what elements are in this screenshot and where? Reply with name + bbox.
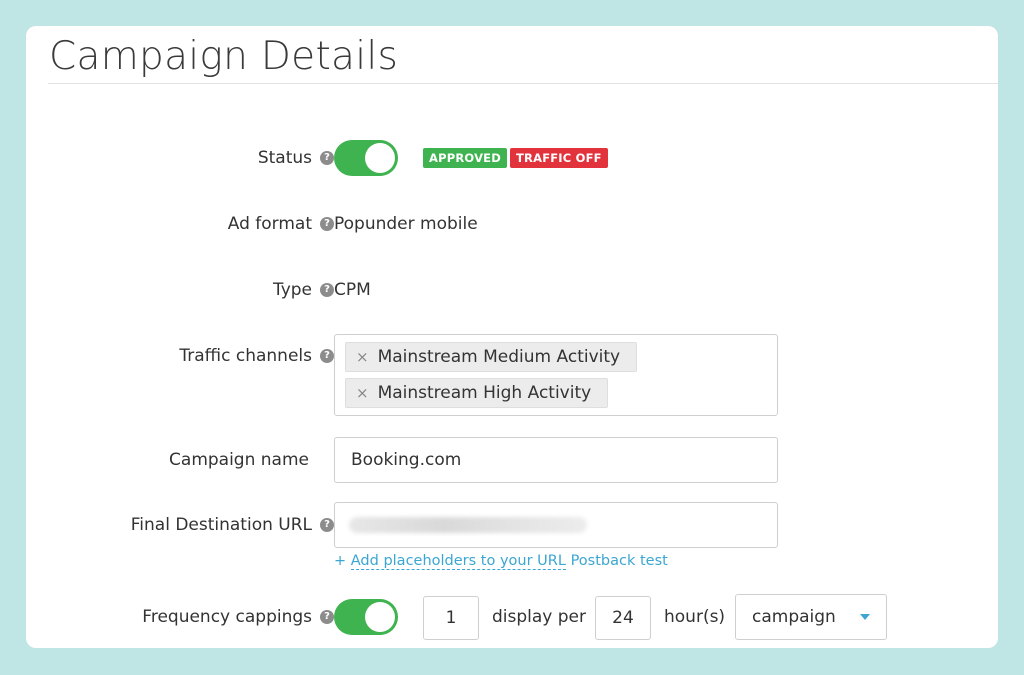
remove-chip-icon[interactable]: × <box>352 384 369 402</box>
frequency-scope-value: campaign <box>752 607 836 627</box>
postback-test-link[interactable]: Postback test <box>571 553 668 569</box>
title-divider <box>48 83 998 84</box>
ad-format-value: Popunder mobile <box>334 214 478 234</box>
campaign-details-card: Campaign Details Status ? APPROVED TRAFF… <box>26 26 998 648</box>
frequency-help-icon[interactable]: ? <box>320 610 334 624</box>
caret-down-icon <box>860 614 870 620</box>
campaign-name-input[interactable]: Booking.com <box>334 437 778 483</box>
type-help-icon[interactable]: ? <box>320 283 334 297</box>
ad-format-label: Ad format ? <box>228 214 334 234</box>
status-label: Status ? <box>258 148 334 168</box>
approved-badge: APPROVED <box>423 148 507 168</box>
traffic-channels-help-icon[interactable]: ? <box>320 349 334 363</box>
url-helper-links: + Add placeholders to your URL Postback … <box>334 553 668 570</box>
frequency-toggle[interactable] <box>334 599 398 635</box>
type-label: Type ? <box>273 280 334 300</box>
channel-chip-label: Mainstream High Activity <box>377 383 592 403</box>
page-title: Campaign Details <box>49 34 399 79</box>
channel-chip: × Mainstream Medium Activity <box>345 342 638 372</box>
status-toggle[interactable] <box>334 140 398 176</box>
final-url-label: Final Destination URL ? <box>131 515 334 535</box>
display-per-text: display per <box>492 607 587 627</box>
remove-chip-icon[interactable]: × <box>352 348 369 366</box>
redacted-url <box>349 517 587 533</box>
traffic-channels-select[interactable]: × Mainstream Medium Activity × Mainstrea… <box>334 334 778 416</box>
channel-chip-label: Mainstream Medium Activity <box>377 347 621 367</box>
campaign-name-label: Campaign name <box>169 450 309 470</box>
frequency-hours-input[interactable]: 24 <box>595 596 651 640</box>
type-value: CPM <box>334 280 371 300</box>
ad-format-help-icon[interactable]: ? <box>320 217 334 231</box>
status-help-icon[interactable]: ? <box>320 151 334 165</box>
frequency-scope-select[interactable]: campaign <box>735 594 887 640</box>
frequency-count-input[interactable]: 1 <box>423 596 479 640</box>
final-url-input[interactable] <box>334 502 778 548</box>
status-toggle-knob <box>365 143 395 173</box>
frequency-cappings-label: Frequency cappings ? <box>142 607 334 627</box>
channel-chip: × Mainstream High Activity <box>345 378 609 408</box>
traffic-channels-label: Traffic channels ? <box>179 346 334 366</box>
hours-text: hour(s) <box>664 607 726 627</box>
frequency-toggle-knob <box>365 602 395 632</box>
traffic-off-badge: TRAFFIC OFF <box>510 148 608 168</box>
final-url-help-icon[interactable]: ? <box>320 518 334 532</box>
add-placeholders-link[interactable]: Add placeholders to your URL <box>350 553 566 570</box>
